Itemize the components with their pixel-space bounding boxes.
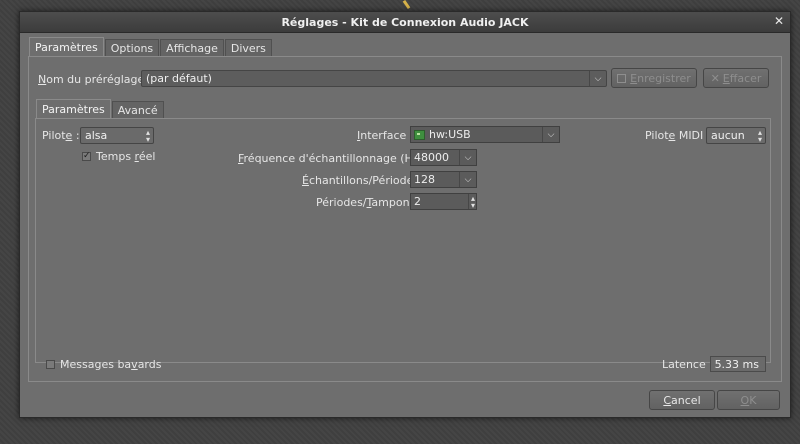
tab-label: Affichage <box>166 42 218 55</box>
save-preset-button[interactable]: Enregistrer <box>611 68 697 88</box>
tab-inner-parametres[interactable]: Paramètres <box>36 99 111 119</box>
tab-label: Avancé <box>117 104 158 117</box>
realtime-label: Temps réel <box>96 150 156 163</box>
driver-value: alsa <box>85 129 108 142</box>
latency-label: Latence : <box>662 358 713 371</box>
driver-combobox[interactable]: alsa ▴ ▾ <box>80 127 154 144</box>
driver-label: Pilote : <box>42 129 80 142</box>
periods-spinbox[interactable]: 2 ▴ ▾ <box>410 193 477 210</box>
tab-parametres[interactable]: Paramètres <box>29 37 104 57</box>
chevron-down-icon[interactable]: ⌵ <box>589 71 606 86</box>
cancel-button[interactable]: Cancel <box>649 390 715 410</box>
frames-combobox[interactable]: 128 ⌵ <box>410 171 477 188</box>
frames-value: 128 <box>414 173 435 186</box>
updown-icon: ▴ ▾ <box>145 127 150 144</box>
samplerate-label: Fréquence d'échantillonnage (Hz) : <box>238 152 431 165</box>
delete-preset-button[interactable]: ✕ Effacer <box>703 68 769 88</box>
preset-value: (par défaut) <box>146 72 212 85</box>
chevron-down-icon[interactable]: ⌵ <box>459 172 476 187</box>
inner-tab-bar: Paramètres Avancé <box>36 99 165 119</box>
outer-tab-bar: Paramètres Options Affichage Divers <box>29 37 273 57</box>
window-title: Réglages - Kit de Connexion Audio JACK <box>281 15 529 29</box>
interface-value: hw:USB <box>429 128 471 141</box>
interface-combobox[interactable]: hw:USB ⌵ <box>410 126 560 143</box>
tab-options[interactable]: Options <box>104 39 160 57</box>
midi-driver-value: aucun <box>711 129 745 142</box>
updown-icon[interactable]: ▴ ▾ <box>467 194 475 209</box>
latency-value-text: 5.33 ms <box>714 357 759 371</box>
tab-label: Options <box>110 42 154 55</box>
tab-affichage[interactable]: Affichage <box>160 39 224 57</box>
preset-label: Nom du préréglage : <box>38 73 152 86</box>
verbose-checkbox[interactable] <box>46 360 55 369</box>
chevron-down-icon[interactable]: ⌵ <box>459 150 476 165</box>
save-icon <box>617 73 627 83</box>
tab-label: Paramètres <box>42 103 105 116</box>
samplerate-combobox[interactable]: 48000 ⌵ <box>410 149 477 166</box>
tab-label: Divers <box>230 42 266 55</box>
midi-driver-combobox[interactable]: aucun ▴ ▾ <box>706 127 766 144</box>
midi-driver-label: Pilote MIDI : <box>645 129 711 142</box>
ok-button[interactable]: OK <box>717 390 780 410</box>
title-bar: Réglages - Kit de Connexion Audio JACK ✕ <box>20 12 790 33</box>
tab-divers[interactable]: Divers <box>224 39 272 57</box>
samplerate-value: 48000 <box>414 151 449 164</box>
soundcard-icon <box>414 129 425 140</box>
periods-label: Périodes/Tampon : <box>316 196 417 209</box>
interface-label: Interface : <box>357 129 414 142</box>
close-icon[interactable]: ✕ <box>774 14 784 28</box>
tab-label: Paramètres <box>35 41 98 54</box>
delete-icon: ✕ <box>710 71 720 85</box>
latency-value: 5.33 ms <box>710 356 766 372</box>
chevron-down-icon[interactable]: ⌵ <box>542 127 559 142</box>
periods-value: 2 <box>414 195 421 208</box>
tab-avance[interactable]: Avancé <box>111 101 164 119</box>
verbose-label: Messages bavards <box>60 358 162 371</box>
updown-icon: ▴ ▾ <box>757 127 762 144</box>
realtime-checkbox[interactable]: ✓ <box>82 152 91 161</box>
frames-label: Échantillons/Période : <box>302 174 421 187</box>
settings-dialog: Réglages - Kit de Connexion Audio JACK ✕… <box>19 11 791 418</box>
preset-combobox[interactable]: (par défaut) ⌵ <box>141 70 607 87</box>
